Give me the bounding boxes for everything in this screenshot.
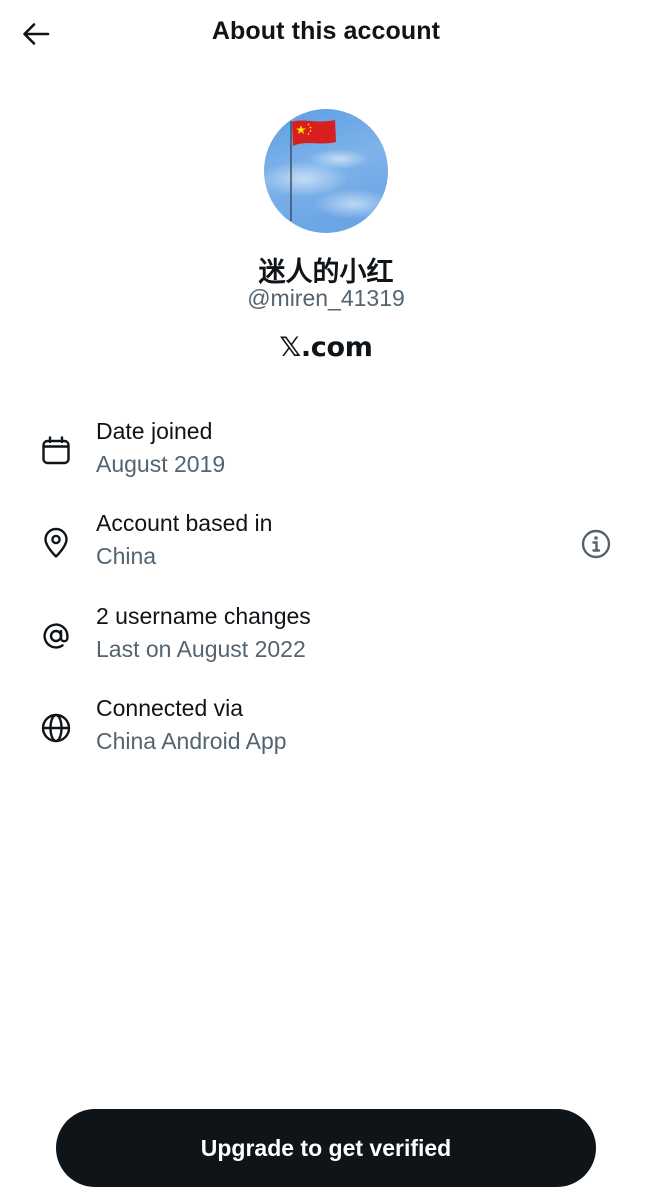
at-sign-icon [37, 617, 75, 655]
info-icon [581, 529, 611, 559]
info-value: China [96, 543, 157, 569]
info-label: Account based in [96, 510, 273, 536]
info-value: Last on August 2022 [96, 636, 306, 662]
info-value: China Android App [96, 728, 287, 754]
info-row-account-based-in: Account based in China [0, 510, 652, 590]
page-title: About this account [211, 17, 441, 45]
info-row-connected-via: Connected via China Android App [0, 695, 652, 775]
info-label: Connected via [96, 695, 244, 721]
globe-icon [37, 709, 75, 747]
display-name: 迷人的小红 [258, 257, 394, 288]
location-pin-icon [37, 524, 75, 562]
flag-photo [264, 109, 388, 233]
info-label: Date joined [96, 418, 213, 444]
info-button[interactable] [574, 522, 618, 566]
username: @miren_41319 [247, 285, 405, 311]
info-row-username-changes: 2 username changes Last on August 2022 [0, 603, 652, 683]
avatar[interactable] [264, 109, 388, 233]
info-label: 2 username changes [96, 603, 311, 629]
info-value: August 2019 [96, 451, 226, 477]
header: About this account [0, 0, 652, 70]
domain-label: 𝕏.com [279, 332, 373, 363]
info-row-date-joined: Date joined August 2019 [0, 418, 652, 498]
upgrade-button[interactable]: Upgrade to get verified [56, 1109, 596, 1187]
calendar-icon [37, 432, 75, 470]
